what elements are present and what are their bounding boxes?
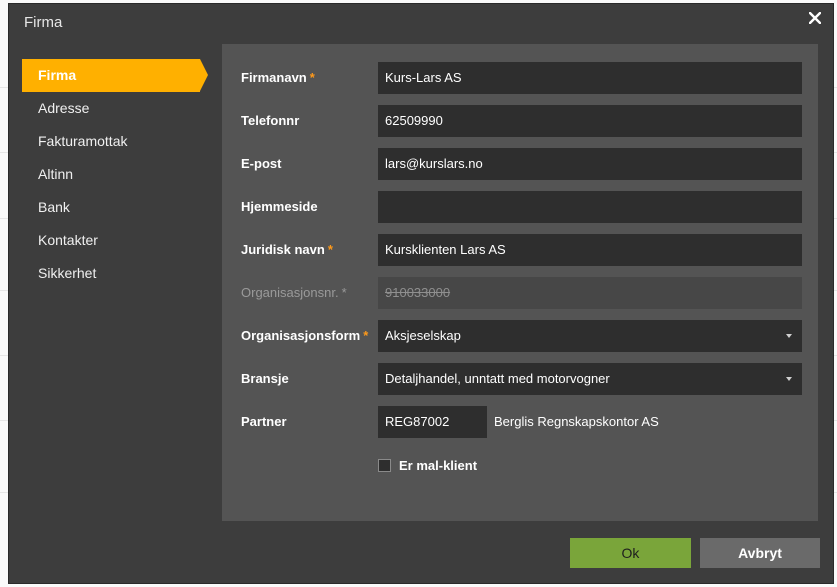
orgform-value: Aksjeselskap xyxy=(385,328,461,343)
orgnr-row: Organisasjonsnr. * 910033000 xyxy=(222,277,818,309)
sidebar-item-label: Fakturamottak xyxy=(38,133,128,149)
chevron-down-icon xyxy=(786,334,792,338)
sidebar-item-label: Bank xyxy=(38,199,70,215)
ok-button[interactable]: Ok xyxy=(570,538,691,568)
sidebar-item-label: Sikkerhet xyxy=(38,265,97,281)
sidebar-item-adresse[interactable]: Adresse xyxy=(22,92,204,125)
orgnr-label: Organisasjonsnr. * xyxy=(241,285,347,300)
telefonnr-label: Telefonnr xyxy=(241,113,300,128)
sidebar-item-bank[interactable]: Bank xyxy=(22,191,204,224)
hjemmeside-label: Hjemmeside xyxy=(241,199,318,214)
partner-label: Partner xyxy=(241,414,287,429)
hjemmeside-row: Hjemmeside xyxy=(222,191,818,223)
bransje-value: Detaljhandel, unntatt med motorvogner xyxy=(385,371,610,386)
firma-dialog: Firma Firma Adresse Fakturamottak Altinn… xyxy=(8,3,834,584)
sidebar-nav: Firma Adresse Fakturamottak Altinn Bank … xyxy=(22,59,208,290)
bransje-label: Bransje xyxy=(241,371,289,386)
sidebar-item-label: Firma xyxy=(38,67,77,83)
juridisk-navn-input[interactable] xyxy=(378,234,802,266)
sidebar-item-altinn[interactable]: Altinn xyxy=(22,158,204,191)
dialog-title: Firma xyxy=(24,14,63,31)
orgform-select[interactable]: Aksjeselskap xyxy=(378,320,802,352)
required-marker: * xyxy=(341,285,347,300)
hjemmeside-input[interactable] xyxy=(378,191,802,223)
sidebar-item-fakturamottak[interactable]: Fakturamottak xyxy=(22,125,204,158)
close-icon[interactable] xyxy=(809,12,821,24)
telefonnr-input[interactable] xyxy=(378,105,802,137)
mal-klient-label: Er mal-klient xyxy=(399,458,478,473)
orgform-label: Organisasjonsform * xyxy=(241,328,369,343)
firmanavn-row: Firmanavn * xyxy=(222,62,818,94)
partner-name: Berglis Regnskapskontor AS xyxy=(494,414,659,429)
bransje-row: Bransje Detaljhandel, unntatt med motorv… xyxy=(222,363,818,395)
sidebar-item-firma[interactable]: Firma xyxy=(22,59,208,92)
sidebar-item-label: Adresse xyxy=(38,100,90,116)
epost-label: E-post xyxy=(241,156,282,171)
partner-code[interactable]: REG87002 xyxy=(378,406,487,438)
partner-row: Partner REG87002 Berglis Regnskapskontor… xyxy=(222,406,818,438)
chevron-down-icon xyxy=(786,377,792,381)
form-panel: Firmanavn* Telefonnr E-post Hjemmeside J… xyxy=(222,44,818,521)
bransje-select[interactable]: Detaljhandel, unntatt med motorvogner xyxy=(378,363,802,395)
sidebar-item-kontakter[interactable]: Kontakter xyxy=(22,224,204,257)
sidebar-item-label: Kontakter xyxy=(38,232,98,248)
cancel-button[interactable]: Avbryt xyxy=(700,538,820,568)
epost-input[interactable] xyxy=(378,148,802,180)
juridisk-navn-row: Juridisk navn * xyxy=(222,234,818,266)
orgnr-input: 910033000 xyxy=(378,277,802,309)
sidebar-item-label: Altinn xyxy=(38,166,74,182)
required-marker: * xyxy=(309,70,315,85)
juridisk-navn-label: Juridisk navn * xyxy=(241,242,333,257)
firmanavn-input[interactable] xyxy=(378,62,802,94)
required-marker: * xyxy=(327,242,333,257)
mal-klient-checkbox[interactable] xyxy=(378,459,391,472)
orgnr-value: 910033000 xyxy=(385,285,451,300)
telefonnr-row: Telefonnr xyxy=(222,105,818,137)
required-marker: * xyxy=(363,328,369,343)
epost-row: E-post xyxy=(222,148,818,180)
firmanavn-label: Firmanavn * xyxy=(241,70,315,85)
sidebar-item-sikkerhet[interactable]: Sikkerhet xyxy=(22,257,204,290)
orgform-row: Organisasjonsform * Aksjeselskap xyxy=(222,320,818,352)
